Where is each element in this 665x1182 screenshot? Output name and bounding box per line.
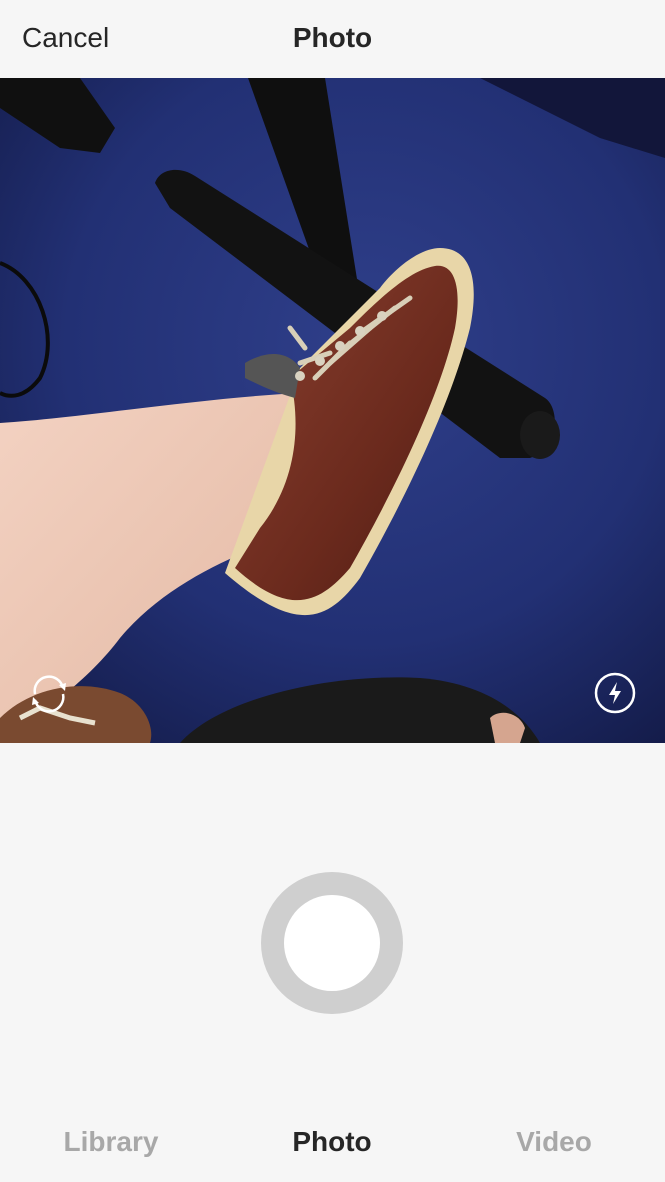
camera-preview-image [0,78,665,743]
camera-screen: Cancel Photo Library Photo Video [0,0,665,1182]
header-bar: Cancel Photo [0,0,665,78]
tab-video[interactable]: Video [443,1126,665,1158]
tab-library[interactable]: Library [0,1126,222,1158]
camera-flip-icon[interactable] [26,671,72,717]
page-title: Photo [292,22,373,53]
tab-photo[interactable]: Photo [221,1126,443,1158]
shutter-button[interactable] [261,872,403,1014]
flash-icon[interactable] [594,672,636,714]
shutter-inner-circle [284,895,380,991]
camera-viewfinder[interactable] [0,78,665,743]
mode-tabs: Library Photo Video [0,1104,665,1182]
